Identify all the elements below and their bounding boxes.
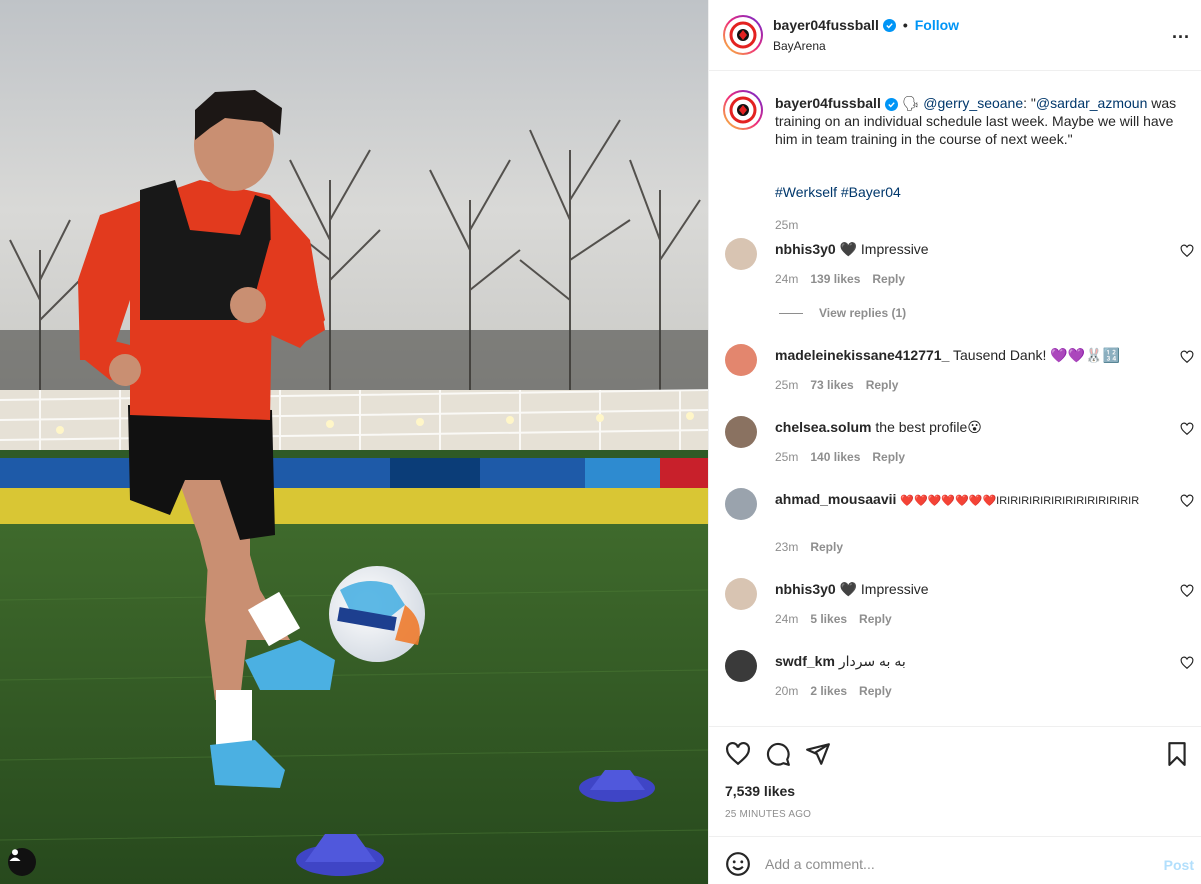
- comment-input[interactable]: [765, 849, 1125, 879]
- post-photo[interactable]: [0, 0, 708, 884]
- author-avatar[interactable]: [723, 15, 763, 55]
- comment-likes[interactable]: 5 likes: [810, 612, 847, 626]
- post-actions: 7,539 likes 25 MINUTES AGO: [709, 726, 1201, 836]
- comment-text: nbhis3y0 🖤 Impressive: [775, 240, 1165, 258]
- bayer04-logo-icon: [729, 21, 757, 49]
- commenter-username[interactable]: madeleinekissane412771_: [775, 347, 949, 363]
- comment-body: 🖤 Impressive: [839, 241, 929, 257]
- likes-count[interactable]: 7,539 likes: [725, 783, 795, 799]
- comment-body: 🖤 Impressive: [839, 581, 929, 597]
- commenter-username[interactable]: swdf_km: [775, 653, 835, 669]
- reply-button[interactable]: Reply: [859, 684, 892, 698]
- view-replies-button[interactable]: View replies (1): [779, 306, 906, 320]
- commenter-avatar[interactable]: [725, 650, 757, 682]
- comment-bubble-icon[interactable]: [765, 741, 791, 767]
- like-comment-heart-icon[interactable]: [1180, 350, 1194, 364]
- more-options-icon[interactable]: ...: [1172, 22, 1190, 43]
- reply-button[interactable]: Reply: [872, 450, 905, 464]
- comment-time: 20m: [775, 684, 799, 698]
- comment-meta: 25m 140 likes Reply: [775, 450, 905, 464]
- comment-meta: 23m Reply: [775, 540, 843, 554]
- share-paper-plane-icon[interactable]: [805, 741, 831, 767]
- reply-button[interactable]: Reply: [810, 540, 843, 554]
- comment-meta: 24m 5 likes Reply: [775, 612, 892, 626]
- commenter-avatar[interactable]: [725, 578, 757, 610]
- comment-likes[interactable]: 73 likes: [810, 378, 853, 392]
- caption-text-part: : ": [1023, 95, 1036, 111]
- comment-text: nbhis3y0 🖤 Impressive: [775, 580, 1165, 598]
- view-replies-label: View replies (1): [819, 306, 907, 320]
- commenter-avatar[interactable]: [725, 238, 757, 270]
- comment-body: Tausend Dank! 💜💜🐰🔢: [953, 347, 1121, 363]
- verified-badge-icon: [882, 18, 896, 32]
- bayer04-logo-icon: [729, 96, 757, 124]
- caption-hashtags[interactable]: #Werkself #Bayer04: [775, 184, 901, 200]
- commenter-avatar[interactable]: [725, 344, 757, 376]
- comment-likes[interactable]: 2 likes: [810, 684, 847, 698]
- separator-dot: •: [902, 17, 908, 33]
- like-comment-heart-icon[interactable]: [1180, 494, 1194, 508]
- caption-avatar[interactable]: [723, 90, 763, 130]
- commenter-username[interactable]: chelsea.solum: [775, 419, 872, 435]
- add-comment-bar: Post: [709, 836, 1201, 884]
- comment-likes[interactable]: 139 likes: [810, 272, 860, 286]
- tagged-users-button[interactable]: [8, 848, 36, 876]
- caption-prefix: 🗣: [901, 95, 924, 111]
- comment-time: 25m: [775, 450, 799, 464]
- comment-meta: 20m 2 likes Reply: [775, 684, 892, 698]
- like-comment-heart-icon[interactable]: [1180, 422, 1194, 436]
- comment-text: madeleinekissane412771_ Tausend Dank! 💜💜…: [775, 346, 1165, 364]
- comment-text: ahmad_mousaavii ❤️❤️❤️❤️❤️❤️❤️IRIRIRIRIR…: [775, 490, 1165, 510]
- like-heart-icon[interactable]: [725, 741, 751, 767]
- comment-body: ❤️❤️❤️❤️❤️❤️❤️IRIRIRIRIRIRIRIRIRIRIRIRIR: [900, 495, 1140, 507]
- caption-username[interactable]: bayer04fussball: [775, 95, 881, 111]
- like-comment-heart-icon[interactable]: [1180, 584, 1194, 598]
- commenter-username[interactable]: nbhis3y0: [775, 581, 836, 597]
- comment-text: swdf_km به به سردار: [775, 652, 1165, 670]
- mention-link[interactable]: @sardar_azmoun: [1036, 95, 1148, 111]
- reply-button[interactable]: Reply: [859, 612, 892, 626]
- comment-meta: 25m 73 likes Reply: [775, 378, 898, 392]
- like-comment-heart-icon[interactable]: [1180, 656, 1194, 670]
- author-username[interactable]: bayer04fussball: [773, 17, 879, 33]
- caption-timestamp: 25m: [775, 218, 799, 232]
- comment-time: 25m: [775, 378, 799, 392]
- follow-button[interactable]: Follow: [915, 17, 959, 33]
- training-photo: [0, 0, 708, 884]
- emoji-icon[interactable]: [725, 851, 751, 877]
- post-details-panel: bayer04fussball • Follow BayArena ... ba…: [708, 0, 1201, 884]
- comment-body: به به سردار: [838, 653, 906, 669]
- commenter-username[interactable]: nbhis3y0: [775, 241, 836, 257]
- comment-meta: 24m 139 likes Reply: [775, 272, 905, 286]
- reply-button[interactable]: Reply: [872, 272, 905, 286]
- comment-time: 23m: [775, 540, 799, 554]
- replies-divider: [779, 312, 803, 314]
- reply-button[interactable]: Reply: [866, 378, 899, 392]
- user-icon: [9, 849, 21, 861]
- comment-body: the best profile😮: [875, 419, 982, 435]
- comment-time: 24m: [775, 272, 799, 286]
- location-link[interactable]: BayArena: [773, 39, 826, 53]
- post-header: bayer04fussball • Follow BayArena ...: [709, 0, 1201, 71]
- post-timestamp: 25 MINUTES AGO: [725, 809, 812, 820]
- comment-likes[interactable]: 140 likes: [810, 450, 860, 464]
- comments-list[interactable]: bayer04fussball 🗣 @gerry_seoane: "@sarda…: [709, 72, 1201, 726]
- comment-text: chelsea.solum the best profile😮: [775, 418, 1165, 436]
- save-bookmark-icon[interactable]: [1164, 741, 1190, 767]
- commenter-avatar[interactable]: [725, 416, 757, 448]
- commenter-avatar[interactable]: [725, 488, 757, 520]
- header-user-line: bayer04fussball • Follow: [773, 17, 959, 33]
- caption-text: bayer04fussball 🗣 @gerry_seoane: "@sarda…: [775, 94, 1185, 148]
- comment-time: 24m: [775, 612, 799, 626]
- like-comment-heart-icon[interactable]: [1180, 244, 1194, 258]
- verified-badge-icon: [884, 98, 898, 111]
- mention-link[interactable]: @gerry_seoane: [923, 95, 1023, 111]
- post-comment-button[interactable]: Post: [1164, 857, 1194, 873]
- commenter-username[interactable]: ahmad_mousaavii: [775, 491, 896, 507]
